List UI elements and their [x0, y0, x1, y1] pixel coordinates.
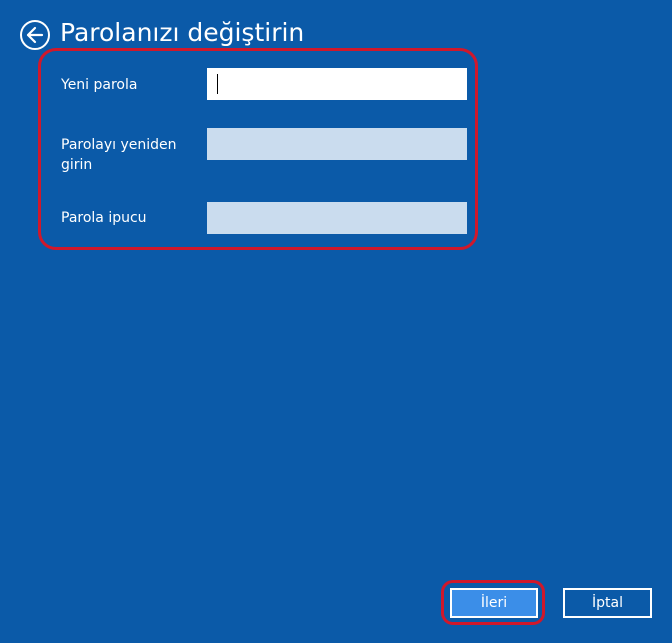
back-arrow-icon: [26, 26, 44, 44]
page-title: Parolanızı değiştirin: [60, 18, 305, 47]
password-hint-field[interactable]: [207, 202, 467, 234]
cancel-button[interactable]: İptal: [563, 588, 652, 618]
new-password-label: Yeni parola: [61, 77, 138, 93]
reenter-password-field[interactable]: [207, 128, 467, 160]
back-button[interactable]: [20, 20, 50, 50]
change-password-screen: Parolanızı değiştirin Yeni parola Parola…: [0, 0, 672, 643]
text-caret: [217, 74, 218, 94]
next-button[interactable]: İleri: [450, 588, 538, 618]
new-password-field[interactable]: [207, 68, 467, 100]
reenter-password-label: Parolayı yeniden girin: [61, 137, 177, 173]
password-hint-label: Parola ipucu: [61, 210, 147, 226]
